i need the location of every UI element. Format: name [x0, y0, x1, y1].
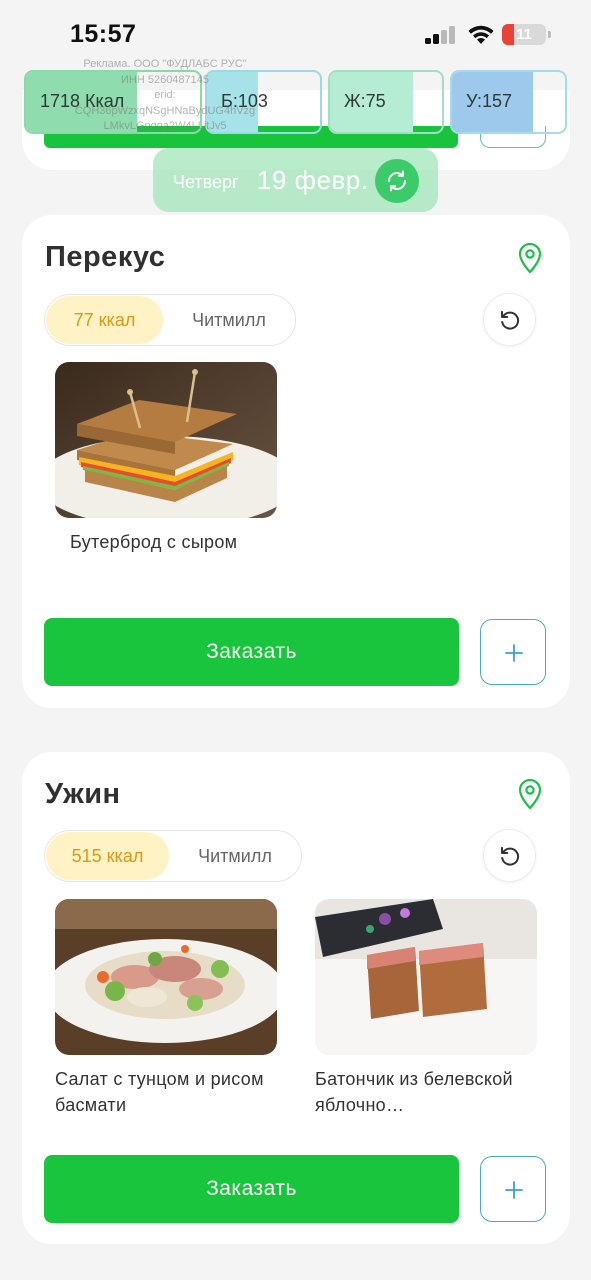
reset-meal-button[interactable] [483, 293, 536, 346]
macro-protein: Б:103 [205, 70, 322, 134]
macro-carbs-label: У:157 [466, 91, 513, 111]
dish-name: Бутерброд с сыром [70, 532, 238, 552]
macro-summary-bar: 1718 Ккал Б:103 Ж:75 У:157 [24, 70, 569, 136]
macro-calories: 1718 Ккал [24, 70, 202, 134]
reset-meal-button[interactable] [483, 829, 536, 882]
undo-icon [501, 310, 520, 330]
dish-card[interactable]: Салат с тунцом и рисом басмати [55, 899, 277, 1119]
dish-card[interactable]: Батончик из белевской яблочно… [315, 899, 537, 1119]
kcal-badge: 515 ккал [46, 832, 169, 880]
meal-info-segment: 515 ккал Читмилл [44, 830, 302, 882]
location-pin-icon[interactable] [516, 242, 544, 274]
macro-fat: Ж:75 [328, 70, 444, 134]
provider-label[interactable]: Читмилл [163, 296, 295, 344]
dish-name: Салат с тунцом и рисом басмати [55, 1069, 264, 1115]
meal-card-dinner: Ужин 515 ккал Читмилл Салат с тунцом и р… [22, 752, 570, 1244]
meal-title: Ужин [45, 778, 121, 810]
order-button[interactable]: Заказать [44, 618, 459, 686]
macro-protein-label: Б:103 [221, 91, 268, 111]
plus-icon [505, 1181, 523, 1199]
location-pin-icon[interactable] [516, 778, 544, 810]
date-selector[interactable]: Четверг 19 февр. [153, 148, 438, 212]
add-dish-button[interactable] [480, 1156, 546, 1222]
current-date: 19 февр. [257, 165, 369, 195]
dish-photo-sandwich[interactable] [55, 362, 277, 518]
meal-title: Перекус [45, 241, 166, 273]
dish-name: Батончик из белевской яблочно… [315, 1069, 513, 1115]
dish-card[interactable]: Бутерброд с сыром [55, 362, 277, 562]
kcal-badge: 77 ккал [46, 296, 163, 344]
macro-fat-label: Ж:75 [344, 91, 386, 111]
dish-photo-tuna-salad[interactable] [55, 899, 277, 1055]
undo-icon [501, 846, 520, 866]
plus-icon [505, 644, 523, 662]
dish-photo-apple-bar[interactable] [315, 899, 537, 1055]
day-of-week: Четверг [173, 172, 239, 192]
meal-card-snack: Перекус 77 ккал Читмилл Бутерброд с сыро… [22, 215, 570, 708]
add-dish-button[interactable] [480, 619, 546, 685]
provider-label[interactable]: Читмилл [169, 832, 301, 880]
macro-carbs: У:157 [450, 70, 567, 134]
meal-info-segment: 77 ккал Читмилл [44, 294, 296, 346]
refresh-icon[interactable] [375, 159, 419, 203]
macro-calories-label: 1718 Ккал [40, 91, 125, 111]
order-button[interactable]: Заказать [44, 1155, 459, 1223]
